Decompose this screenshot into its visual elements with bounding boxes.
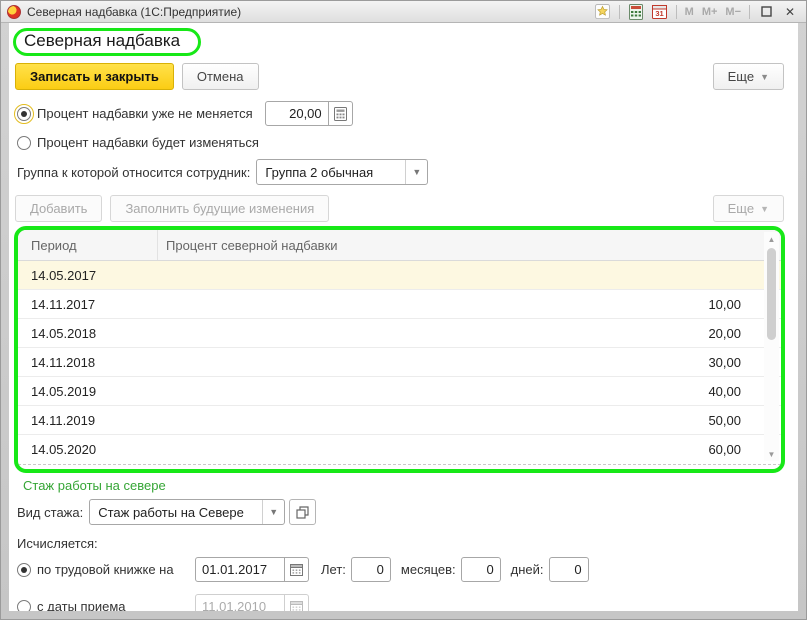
window-title: Северная надбавка (1С:Предприятие)	[27, 5, 241, 19]
column-header-percent[interactable]: Процент северной надбавки	[158, 238, 781, 253]
cell-period[interactable]: 14.05.2019	[18, 384, 158, 399]
cell-period[interactable]: 14.05.2020	[18, 442, 158, 457]
percent-changing-label: Процент надбавки будет изменяться	[37, 135, 259, 150]
percent-fixed-label: Процент надбавки уже не меняется	[37, 106, 253, 121]
scroll-up-icon[interactable]: ▲	[768, 232, 776, 246]
table-row[interactable]: 14.11.2018 30,00	[18, 348, 781, 377]
cell-period[interactable]: 14.05.2017	[18, 268, 158, 283]
employee-group-value: Группа 2 обычная	[257, 160, 405, 184]
percent-changing-radio[interactable]	[17, 136, 31, 150]
cell-period[interactable]: 14.05.2018	[18, 326, 158, 341]
titlebar-separator	[676, 5, 677, 19]
add-button[interactable]: Добавить	[15, 195, 102, 222]
workbook-row: по трудовой книжке на Лет: месяцев: дней…	[17, 557, 798, 582]
form-content: Северная надбавка Записать и закрыть Отм…	[9, 23, 798, 611]
table-row[interactable]: 14.11.2017 10,00	[18, 290, 781, 319]
percent-value-input[interactable]	[265, 101, 329, 126]
table-row[interactable]: 14.05.2017	[18, 261, 781, 290]
save-and-close-button[interactable]: Записать и закрыть	[15, 63, 174, 90]
cell-percent[interactable]: 30,00	[158, 355, 781, 370]
table-row[interactable]: 14.05.2020 60,00	[18, 435, 781, 464]
cell-percent[interactable]: 60,00	[158, 442, 781, 457]
cell-percent[interactable]: 50,00	[158, 413, 781, 428]
calendar-icon[interactable]: 31	[650, 3, 670, 20]
hire-date-input	[195, 594, 285, 611]
hire-date-row: с даты приема	[17, 594, 798, 611]
years-label: Лет:	[321, 562, 346, 577]
chevron-down-icon[interactable]: ▼	[405, 160, 427, 184]
svg-text:31: 31	[655, 9, 663, 18]
titlebar: Северная надбавка (1С:Предприятие)	[1, 1, 806, 23]
experience-kind-label: Вид стажа:	[17, 505, 83, 520]
page-title: Северная надбавка	[24, 31, 180, 51]
memory-m-minus-button[interactable]: M−	[723, 3, 743, 20]
experience-kind-value: Стаж работы на Севере	[90, 500, 262, 524]
calculator-icon[interactable]	[626, 3, 646, 20]
hire-date-label: с даты приема	[37, 599, 195, 611]
chevron-down-icon: ▼	[760, 72, 769, 82]
cell-percent[interactable]: 10,00	[158, 297, 781, 312]
employee-group-label: Группа к которой относится сотрудник:	[17, 165, 250, 180]
cell-percent[interactable]: 20,00	[158, 326, 781, 341]
table-row[interactable]: 14.05.2018 20,00	[18, 319, 781, 348]
experience-kind-combobox[interactable]: Стаж работы на Севере ▼	[89, 499, 285, 525]
days-input[interactable]	[549, 557, 589, 582]
open-item-icon[interactable]	[289, 499, 316, 525]
memory-m-plus-button[interactable]: M+	[700, 3, 720, 20]
main-command-bar: Записать и закрыть Отмена Еще ▼	[15, 63, 784, 90]
vertical-scrollbar[interactable]: ▲ ▼	[764, 232, 779, 461]
periods-table-annotation: Период Процент северной надбавки 14.05.2…	[14, 226, 785, 473]
date-picker-calendar-icon	[285, 594, 309, 611]
chevron-down-icon[interactable]: ▼	[262, 500, 284, 524]
column-header-period[interactable]: Период	[18, 230, 158, 260]
cell-period[interactable]: 14.11.2017	[18, 297, 158, 312]
1c-logo-icon	[7, 5, 21, 19]
calculator-picker-icon[interactable]	[329, 101, 353, 126]
more-button-label: Еще	[728, 69, 754, 84]
cancel-button[interactable]: Отмена	[182, 63, 259, 90]
percent-changing-row: Процент надбавки будет изменяться	[17, 135, 798, 150]
chevron-down-icon: ▼	[760, 204, 769, 214]
workbook-label: по трудовой книжке на	[37, 562, 195, 577]
months-input[interactable]	[461, 557, 501, 582]
cell-percent[interactable]: 40,00	[158, 384, 781, 399]
years-input[interactable]	[351, 557, 391, 582]
employee-group-combobox[interactable]: Группа 2 обычная ▼	[256, 159, 428, 185]
experience-kind-row: Вид стажа: Стаж работы на Севере ▼	[17, 499, 798, 525]
table-more-label: Еще	[728, 201, 754, 216]
north-experience-link[interactable]: Стаж работы на севере	[23, 478, 166, 493]
table-command-bar: Добавить Заполнить будущие изменения Еще…	[15, 195, 784, 222]
favorites-star-icon[interactable]	[593, 3, 613, 20]
table-more-button[interactable]: Еще ▼	[713, 195, 784, 222]
titlebar-separator	[619, 5, 620, 19]
cell-period[interactable]: 14.11.2019	[18, 413, 158, 428]
calculated-label: Исчисляется:	[17, 536, 798, 551]
percent-fixed-row: Процент надбавки уже не меняется	[17, 101, 798, 126]
table-row[interactable]: 14.11.2019 50,00	[18, 406, 781, 435]
memory-m-button[interactable]: M	[683, 3, 696, 20]
percent-fixed-radio[interactable]	[17, 107, 31, 121]
scrollbar-thumb[interactable]	[767, 248, 776, 340]
app-window: Северная надбавка (1С:Предприятие)	[0, 0, 807, 620]
page-title-annotation: Северная надбавка	[13, 28, 201, 56]
employee-group-row: Группа к которой относится сотрудник: Гр…	[17, 159, 798, 185]
days-label: дней:	[511, 562, 544, 577]
close-button[interactable]: ✕	[780, 3, 800, 20]
cell-period[interactable]: 14.11.2018	[18, 355, 158, 370]
workbook-date-input[interactable]	[195, 557, 285, 582]
months-label: месяцев:	[401, 562, 456, 577]
date-picker-calendar-icon[interactable]	[285, 557, 309, 582]
scroll-down-icon[interactable]: ▼	[768, 447, 776, 461]
table-bottom-edge	[18, 464, 781, 469]
hire-date-radio[interactable]	[17, 600, 31, 612]
workbook-radio[interactable]	[17, 563, 31, 577]
table-row[interactable]: 14.05.2019 40,00	[18, 377, 781, 406]
fill-future-changes-button[interactable]: Заполнить будущие изменения	[110, 195, 329, 222]
table-header: Период Процент северной надбавки	[18, 230, 781, 261]
maximize-button[interactable]	[756, 3, 776, 20]
titlebar-separator	[749, 5, 750, 19]
more-button[interactable]: Еще ▼	[713, 63, 784, 90]
